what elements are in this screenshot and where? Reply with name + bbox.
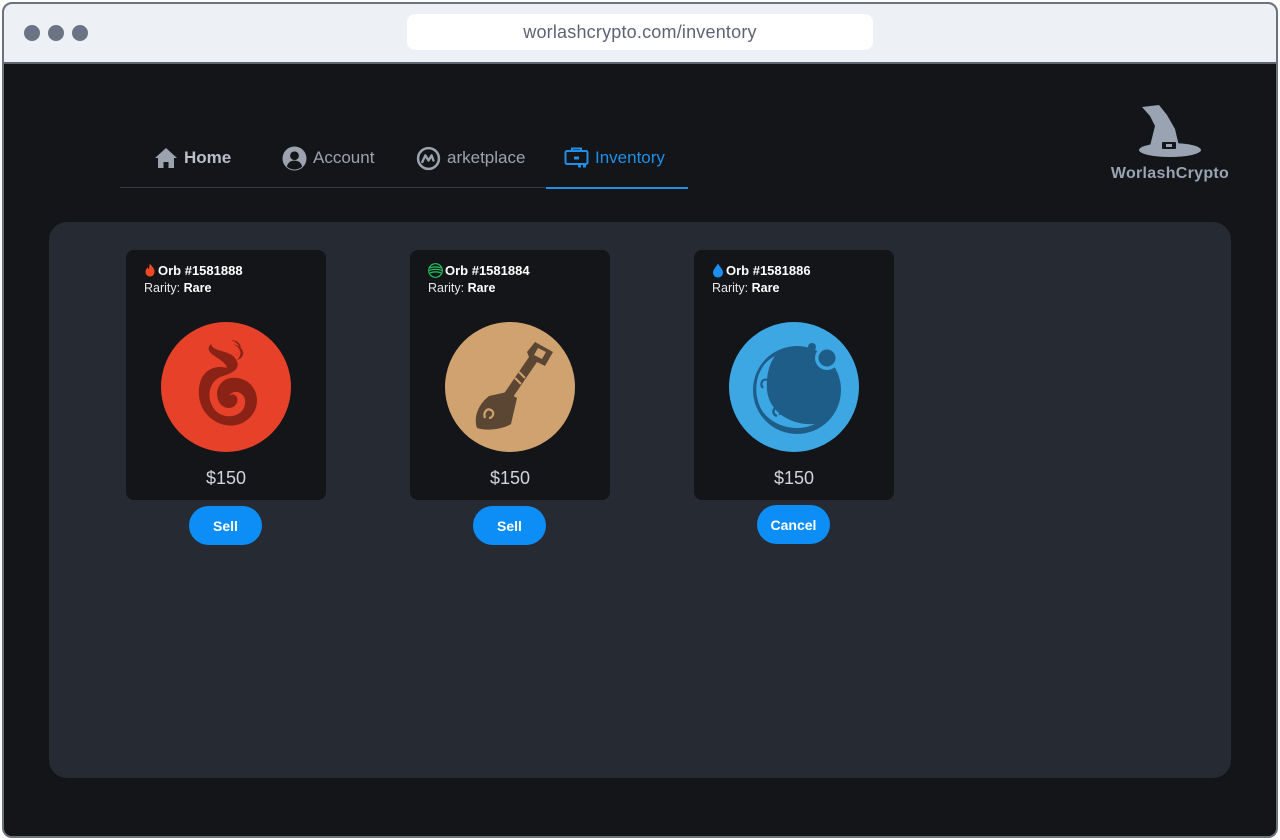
card-price: $150 — [489, 468, 531, 488]
nav-item-label: arketplace — [447, 148, 526, 167]
card-rarity: Rarity: Rare — [428, 281, 495, 295]
nav-item-home[interactable]: Home — [154, 128, 231, 188]
coinmarketcap-icon — [416, 146, 441, 170]
brand-name: WorlashCrypto — [1110, 165, 1230, 182]
browser-titlebar: worlashcrypto.com/inventory — [4, 4, 1276, 64]
orb-card[interactable]: Orb #1581888 Rarity: Rare $150 — [126, 250, 326, 500]
nav-item-label: Account — [313, 148, 375, 167]
account-icon — [282, 146, 307, 170]
address-bar-url: worlashcrypto.com/inventory — [523, 21, 757, 42]
page-content: Home Account arketplace Inventory Worlas… — [4, 66, 1276, 836]
nav-item-account[interactable]: Account — [282, 128, 374, 188]
nav-item-inventory[interactable]: Inventory — [546, 128, 688, 189]
main-nav: Home Account arketplace Inventory — [120, 128, 688, 189]
water-drop-icon — [713, 263, 723, 277]
inventory-panel: Orb #1581888 Rarity: Rare $150 Sell Orb … — [49, 222, 1231, 778]
card-price: $150 — [773, 468, 815, 488]
shovel-orb-icon — [445, 322, 575, 452]
orb-card[interactable]: Orb #1581884 Rarity: Rare $150 — [410, 250, 610, 500]
rarity-value: Rare — [751, 281, 780, 295]
wizard-hat-icon — [1139, 105, 1201, 157]
card-title: Orb #1581884 — [428, 262, 530, 278]
orb-card[interactable]: Orb #1581886 Rarity: Rare $150 — [694, 250, 894, 500]
card-title: Orb #1581886 — [712, 262, 811, 278]
fire-orb-icon — [161, 322, 291, 452]
home-icon — [155, 148, 177, 168]
water-orb-icon — [729, 322, 859, 452]
rarity-label: Rarity: — [712, 281, 749, 295]
card-title: Orb #1581888 — [144, 262, 243, 278]
earth-icon — [428, 262, 443, 278]
rarity-label: Rarity: — [144, 281, 181, 295]
rarity-value: Rare — [183, 281, 212, 295]
card-price: $150 — [205, 468, 247, 488]
nav-item-marketplace[interactable]: arketplace — [416, 128, 525, 188]
sell-button[interactable]: Sell — [473, 506, 546, 545]
nav-item-label: Inventory — [595, 147, 665, 167]
card-title-text: Orb #1581886 — [726, 262, 811, 278]
nav-item-label: Home — [184, 148, 232, 167]
window-control-maximize[interactable] — [72, 25, 88, 41]
window-control-minimize[interactable] — [48, 25, 64, 41]
card-rarity: Rarity: Rare — [144, 281, 211, 295]
card-rarity: Rarity: Rare — [712, 281, 779, 295]
fire-icon — [145, 263, 155, 277]
inventory-icon — [564, 147, 589, 167]
brand-logo[interactable]: WorlashCrypto — [1108, 102, 1232, 188]
card-title-text: Orb #1581884 — [445, 262, 530, 278]
sell-button[interactable]: Sell — [189, 506, 262, 545]
card-title-text: Orb #1581888 — [158, 262, 243, 278]
rarity-value: Rare — [467, 281, 496, 295]
cancel-button[interactable]: Cancel — [757, 505, 830, 544]
rarity-label: Rarity: — [428, 281, 465, 295]
window-control-close[interactable] — [24, 25, 40, 41]
browser-window: worlashcrypto.com/inventory Home Account — [2, 2, 1278, 838]
address-bar[interactable]: worlashcrypto.com/inventory — [407, 14, 873, 50]
